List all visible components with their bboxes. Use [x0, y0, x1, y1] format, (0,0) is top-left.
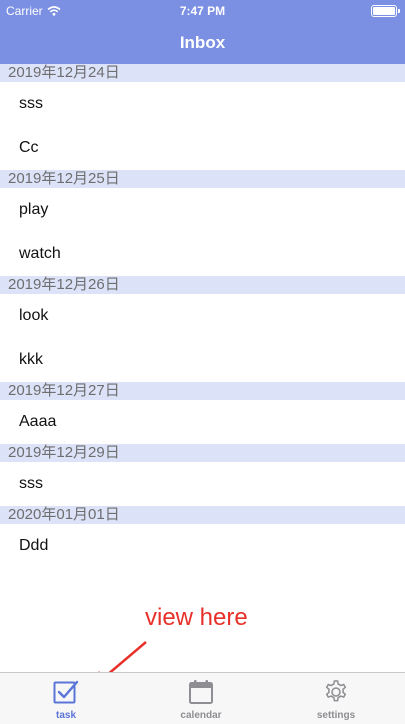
tab-calendar-label: calendar — [180, 710, 222, 721]
section-header: 2019年12月25日 — [0, 170, 405, 188]
section-header: 2020年01月01日 — [0, 506, 405, 524]
section-header: 2019年12月29日 — [0, 444, 405, 462]
tab-calendar[interactable]: calendar — [161, 673, 241, 724]
gear-icon — [325, 680, 347, 702]
list-item[interactable]: kkk — [0, 338, 405, 382]
status-bar: Carrier 7:47 PM — [0, 0, 405, 22]
list-item[interactable]: sss — [0, 82, 405, 126]
status-time: 7:47 PM — [179, 4, 226, 18]
tab-task[interactable]: task — [26, 673, 106, 724]
checkbox-icon — [53, 680, 79, 704]
task-list[interactable]: 2019年12月24日 sss Cc 2019年12月25日 play watc… — [0, 64, 405, 568]
list-item[interactable]: Aaaa — [0, 400, 405, 444]
navigation-bar: Inbox — [0, 22, 405, 64]
section-header: 2019年12月24日 — [0, 64, 405, 82]
list-item[interactable]: Ddd — [0, 524, 405, 568]
section-header: 2019年12月27日 — [0, 382, 405, 400]
list-item[interactable]: sss — [0, 462, 405, 506]
list-item[interactable]: watch — [0, 232, 405, 276]
calendar-icon — [189, 680, 213, 704]
tab-bar: task calendar settings — [0, 672, 405, 724]
battery-icon — [371, 5, 400, 17]
tab-settings-label: settings — [316, 710, 356, 721]
tab-settings[interactable]: settings — [296, 673, 376, 724]
section-header: 2019年12月26日 — [0, 276, 405, 294]
page-title: Inbox — [179, 33, 226, 52]
annotation-label: view here — [145, 604, 248, 631]
list-item[interactable]: Cc — [0, 126, 405, 170]
tab-task-label: task — [55, 710, 76, 721]
list-item[interactable]: play — [0, 188, 405, 232]
list-item[interactable]: look — [0, 294, 405, 338]
